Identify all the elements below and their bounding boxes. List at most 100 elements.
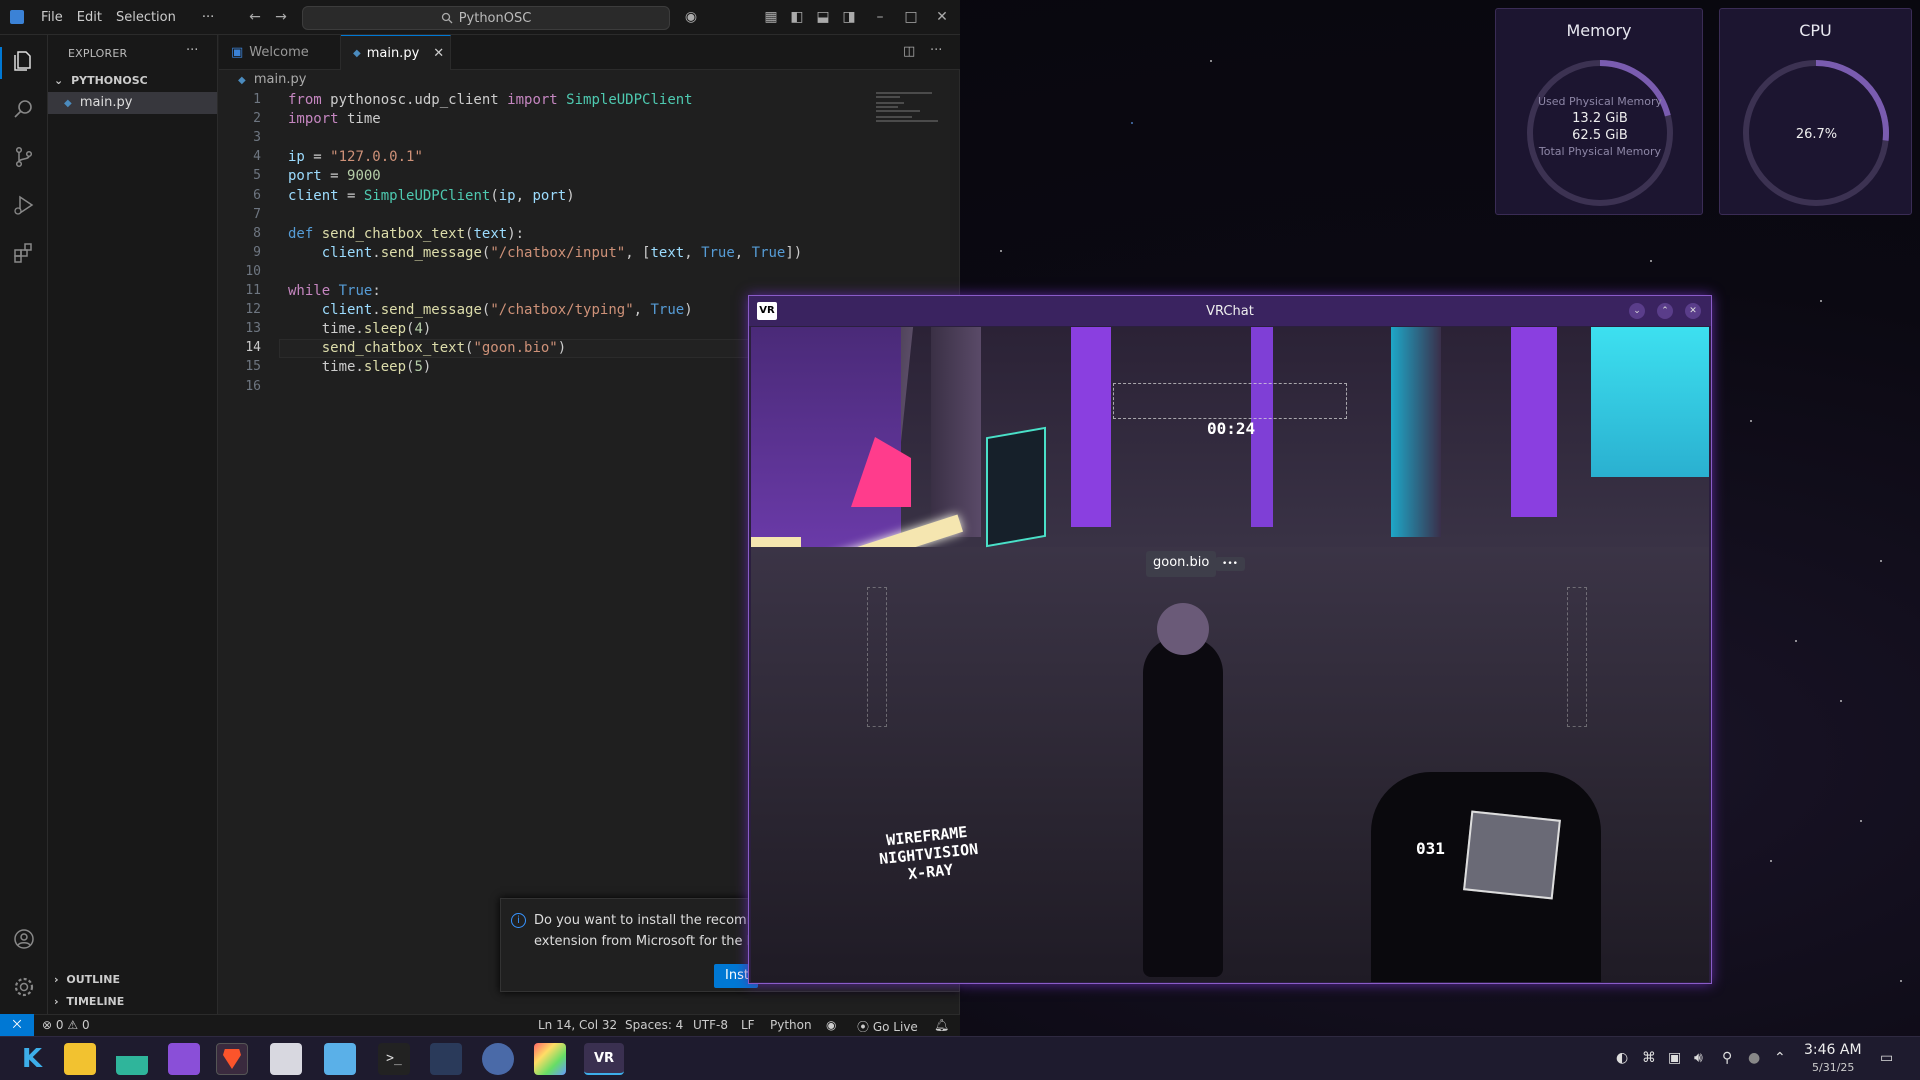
problems-indicator[interactable]: ⊗ 0 ⚠ 0 bbox=[42, 1018, 90, 1032]
line-number: 4 bbox=[253, 149, 261, 165]
code-token: ip bbox=[288, 149, 305, 166]
file-label: main.py bbox=[79, 95, 133, 110]
line-number: 14 bbox=[245, 340, 261, 356]
account-icon[interactable] bbox=[12, 927, 36, 951]
copilot-icon[interactable]: ◉ bbox=[682, 8, 700, 26]
layout-customize-icon[interactable]: ▦ bbox=[762, 8, 780, 26]
menu-selection[interactable]: Selection bbox=[109, 10, 183, 25]
end-of-line[interactable]: LF bbox=[741, 1018, 755, 1032]
clock-time[interactable]: 3:46 AM bbox=[1804, 1042, 1862, 1058]
menu-more[interactable]: ··· bbox=[195, 10, 221, 25]
clipboard-tray-icon[interactable]: ▣ bbox=[1668, 1050, 1681, 1066]
go-live-button[interactable]: ⦿ Go Live bbox=[857, 1018, 918, 1035]
code-token: . bbox=[372, 244, 381, 261]
settings-gear-icon[interactable] bbox=[12, 975, 36, 999]
minimize-icon[interactable]: ⌄ bbox=[1629, 303, 1645, 319]
total-memory-value: 62.5 GiB bbox=[1572, 128, 1628, 143]
code-token: send_message bbox=[380, 302, 482, 319]
settings-icon[interactable] bbox=[482, 1043, 514, 1075]
cursor-position[interactable]: Ln 14, Col 32 bbox=[538, 1018, 617, 1032]
color-picker-icon[interactable] bbox=[534, 1043, 566, 1075]
code-token: ip bbox=[498, 187, 516, 204]
indentation[interactable]: Spaces: 4 bbox=[625, 1018, 683, 1032]
code-token: text bbox=[473, 225, 508, 242]
folder-pythonosc[interactable]: ⌄ PYTHONOSC bbox=[48, 71, 217, 91]
minimize-icon[interactable]: – bbox=[871, 8, 889, 26]
explorer-icon[interactable] bbox=[12, 49, 36, 73]
kde-launcher-icon[interactable]: K bbox=[16, 1043, 48, 1075]
remote-indicator[interactable]: ⨉ bbox=[0, 1014, 34, 1036]
breadcrumb-file: main.py bbox=[253, 72, 307, 87]
extensions-icon[interactable] bbox=[12, 241, 36, 265]
warning-count: 0 bbox=[81, 1018, 90, 1032]
chevron-down-icon: ⌄ bbox=[54, 74, 64, 87]
code-line: client.send_message("/chatbox/typing", T… bbox=[288, 302, 693, 318]
cpu-widget[interactable]: CPU 26.7% bbox=[1719, 8, 1912, 215]
close-tab-icon[interactable]: ✕ bbox=[433, 46, 444, 61]
tab-welcome[interactable]: ▣ Welcome bbox=[219, 35, 341, 70]
toggle-secondary-sidebar-icon[interactable]: ◨ bbox=[840, 8, 858, 26]
explorer-more-button[interactable]: ··· bbox=[186, 43, 198, 58]
code-token: 4 bbox=[414, 321, 423, 338]
broadcast-icon: ⦿ bbox=[857, 1020, 870, 1034]
clock-date[interactable]: 5/31/25 bbox=[1812, 1061, 1854, 1074]
tab-main-py[interactable]: ◆ main.py ✕ bbox=[341, 35, 451, 70]
microphone-icon[interactable]: ● bbox=[1748, 1050, 1760, 1066]
source-control-icon[interactable] bbox=[12, 145, 36, 169]
explorer-title: EXPLORER bbox=[68, 47, 128, 60]
close-icon[interactable]: ✕ bbox=[933, 8, 951, 26]
scene-glow-strip bbox=[751, 537, 801, 547]
breadcrumb[interactable]: ◆ main.py bbox=[238, 72, 306, 87]
search-icon[interactable] bbox=[12, 97, 36, 121]
chatbox-text: goon.bio bbox=[1153, 555, 1210, 570]
location-icon[interactable]: ⚲ bbox=[1722, 1050, 1732, 1066]
encoding[interactable]: UTF-8 bbox=[693, 1018, 728, 1032]
toggle-sidebar-icon[interactable]: ◧ bbox=[788, 8, 806, 26]
copilot-status-icon[interactable]: ◉ bbox=[826, 1018, 836, 1032]
minimap[interactable] bbox=[876, 92, 946, 128]
toggle-panel-icon[interactable]: ⬓ bbox=[814, 8, 832, 26]
volume-icon[interactable]: 🔊︎ bbox=[1694, 1050, 1703, 1066]
file-manager-icon[interactable] bbox=[64, 1043, 96, 1075]
steam-icon[interactable] bbox=[430, 1043, 462, 1075]
terminal-icon[interactable]: >_ bbox=[378, 1043, 410, 1075]
code-token: , bbox=[684, 244, 702, 261]
used-memory-label: Used Physical Memory bbox=[1537, 95, 1662, 108]
kate-editor-icon[interactable] bbox=[270, 1043, 302, 1075]
show-desktop-icon[interactable]: ▭ bbox=[1880, 1050, 1893, 1066]
menu-edit[interactable]: Edit bbox=[70, 10, 109, 25]
back-icon[interactable]: ← bbox=[246, 8, 264, 26]
notifications-bell-icon[interactable]: 🔔︎ bbox=[934, 1018, 949, 1032]
command-center[interactable]: PythonOSC bbox=[302, 6, 670, 30]
timeline-section[interactable]: › TIMELINE bbox=[54, 995, 124, 1008]
forward-icon[interactable]: → bbox=[272, 8, 290, 26]
split-editor-icon[interactable]: ◫ bbox=[903, 44, 915, 59]
outline-section[interactable]: › OUTLINE bbox=[54, 973, 120, 986]
vrchat-taskbar-icon[interactable]: VR bbox=[584, 1043, 624, 1075]
brave-browser-icon[interactable] bbox=[216, 1043, 248, 1075]
memory-widget[interactable]: Memory Used Physical Memory 13.2 GiB 62.… bbox=[1495, 8, 1703, 215]
language-mode[interactable]: Python bbox=[770, 1018, 812, 1032]
code-token: time. bbox=[288, 321, 364, 338]
maximize-icon[interactable]: ⌃ bbox=[1657, 303, 1673, 319]
system-monitor-icon[interactable] bbox=[116, 1043, 148, 1075]
close-icon[interactable]: ✕ bbox=[1685, 303, 1701, 319]
maximize-icon[interactable]: □ bbox=[902, 8, 920, 26]
line-number: 9 bbox=[253, 244, 261, 260]
more-actions-icon[interactable]: ··· bbox=[930, 43, 942, 58]
screenshot-icon[interactable] bbox=[324, 1043, 356, 1075]
code-token: import bbox=[288, 111, 339, 128]
file-main-py[interactable]: ◆ main.py bbox=[48, 92, 217, 114]
vrchat-title-bar[interactable]: VR VRChat ⌄ ⌃ ✕ bbox=[749, 296, 1711, 326]
steam-tray-icon[interactable]: ◐ bbox=[1616, 1050, 1628, 1066]
keyboard-tray-icon[interactable]: ⌘ bbox=[1642, 1050, 1656, 1066]
run-debug-icon[interactable] bbox=[12, 193, 36, 217]
tray-expand-icon[interactable]: ⌃ bbox=[1774, 1050, 1786, 1066]
menu-file[interactable]: File bbox=[34, 10, 70, 25]
discover-icon[interactable] bbox=[168, 1043, 200, 1075]
code-token: pythonosc.udp_client bbox=[321, 92, 508, 108]
code-token: ): bbox=[507, 225, 525, 242]
tab-label: main.py bbox=[366, 45, 420, 61]
vrchat-game-view[interactable]: 00:24 goon.bio ••• 031 WIREFRAME NIGHTVI… bbox=[751, 327, 1709, 982]
